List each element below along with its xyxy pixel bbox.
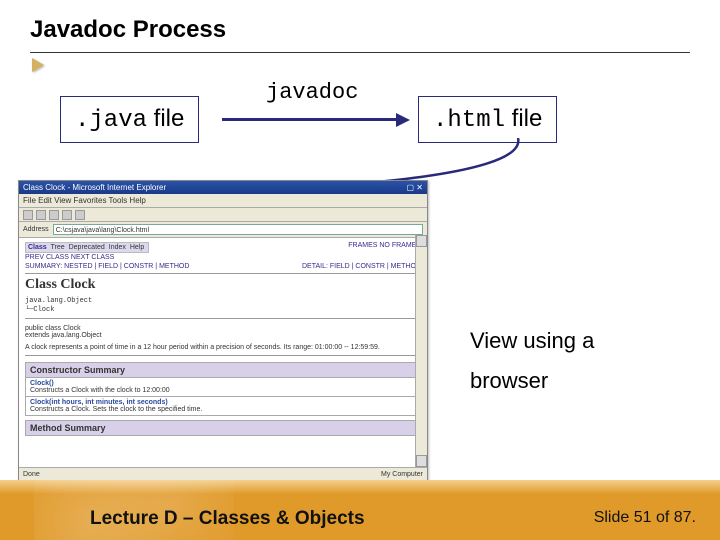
nav-detail: DETAIL: FIELD | CONSTR | METHOD [302, 263, 421, 270]
constructor-summary-header: Constructor Summary [25, 362, 421, 378]
toolbar-icon [23, 210, 33, 220]
scroll-down-icon [416, 455, 427, 467]
toolbar-icon [36, 210, 46, 220]
nav-tabs: Class Tree Deprecated Index Help [25, 242, 149, 253]
slide-footer: Lecture D – Classes & Objects Slide 51 o… [0, 494, 720, 540]
nav-prev-next: PREV CLASS NEXT CLASS [25, 254, 421, 261]
nav-tab-index: Index [109, 244, 126, 251]
constructor-row: Clock() Constructs a Clock with the cloc… [25, 378, 421, 397]
footer-lecture: Lecture D – Classes & Objects [90, 508, 365, 530]
address-label: Address [23, 226, 49, 233]
nav-summary: SUMMARY: NESTED | FIELD | CONSTR | METHO… [25, 263, 189, 270]
title-underline [30, 52, 690, 53]
toolbar-icon [62, 210, 72, 220]
class-description: A clock represents a point of time in a … [25, 343, 421, 352]
status-right: My Computer [381, 471, 423, 478]
footer-slide-number: Slide 51 of 87. [594, 509, 696, 527]
bullet-icon [32, 58, 44, 72]
toolbar [19, 208, 427, 222]
address-field: C:\csjava\java\lang\Clock.html [53, 224, 423, 235]
target-rest: file [505, 105, 542, 132]
source-rest: file [147, 105, 184, 132]
nav-tab-class: Class [28, 244, 47, 251]
menu-bar: File Edit View Favorites Tools Help [19, 194, 427, 208]
page-content: Class Tree Deprecated Index Help FRAMES … [19, 238, 427, 440]
arrow-shaft [222, 118, 398, 121]
class-heading: Class Clock [25, 277, 421, 293]
toolbar-icon [75, 210, 85, 220]
class-signature: public class Clock extends java.lang.Obj… [25, 325, 421, 339]
source-ext: .java [75, 107, 147, 134]
divider [25, 318, 421, 319]
nav-tab-help: Help [130, 244, 144, 251]
nav-tab-tree: Tree [51, 244, 65, 251]
address-bar: Address C:\csjava\java\lang\Clock.html [19, 222, 427, 238]
nav-tab-deprecated: Deprecated [69, 244, 105, 251]
window-controls: ▢ ✕ [407, 183, 423, 192]
toolbar-icon [49, 210, 59, 220]
javadoc-nav: Class Tree Deprecated Index Help FRAMES … [25, 242, 421, 270]
scroll-up-icon [416, 235, 427, 247]
converter-label: javadoc [266, 80, 358, 105]
divider [25, 273, 421, 274]
status-bar: Done My Computer [19, 467, 427, 481]
slide-title: Javadoc Process [30, 16, 226, 44]
constructor-row: Clock(int hours, int minutes, int second… [25, 397, 421, 416]
window-title: Class Clock - Microsoft Internet Explore… [23, 183, 166, 192]
status-left: Done [23, 471, 40, 478]
hierarchy: java.lang.Object └─Clock [25, 297, 421, 315]
method-summary-header: Method Summary [25, 420, 421, 436]
browser-screenshot: Class Clock - Microsoft Internet Explore… [18, 180, 428, 482]
window-titlebar: Class Clock - Microsoft Internet Explore… [19, 181, 427, 194]
view-text-2: browser [470, 368, 548, 394]
source-file-box: .java file [60, 96, 199, 143]
arrow-head-icon [396, 113, 410, 127]
view-text-1: View using a [470, 328, 594, 354]
divider [25, 355, 421, 356]
target-ext: .html [433, 107, 505, 134]
target-file-box: .html file [418, 96, 557, 143]
scrollbar [415, 235, 427, 467]
nav-frames: FRAMES NO FRAMES [348, 242, 421, 253]
slide: Javadoc Process .java file javadoc .html… [0, 0, 720, 540]
